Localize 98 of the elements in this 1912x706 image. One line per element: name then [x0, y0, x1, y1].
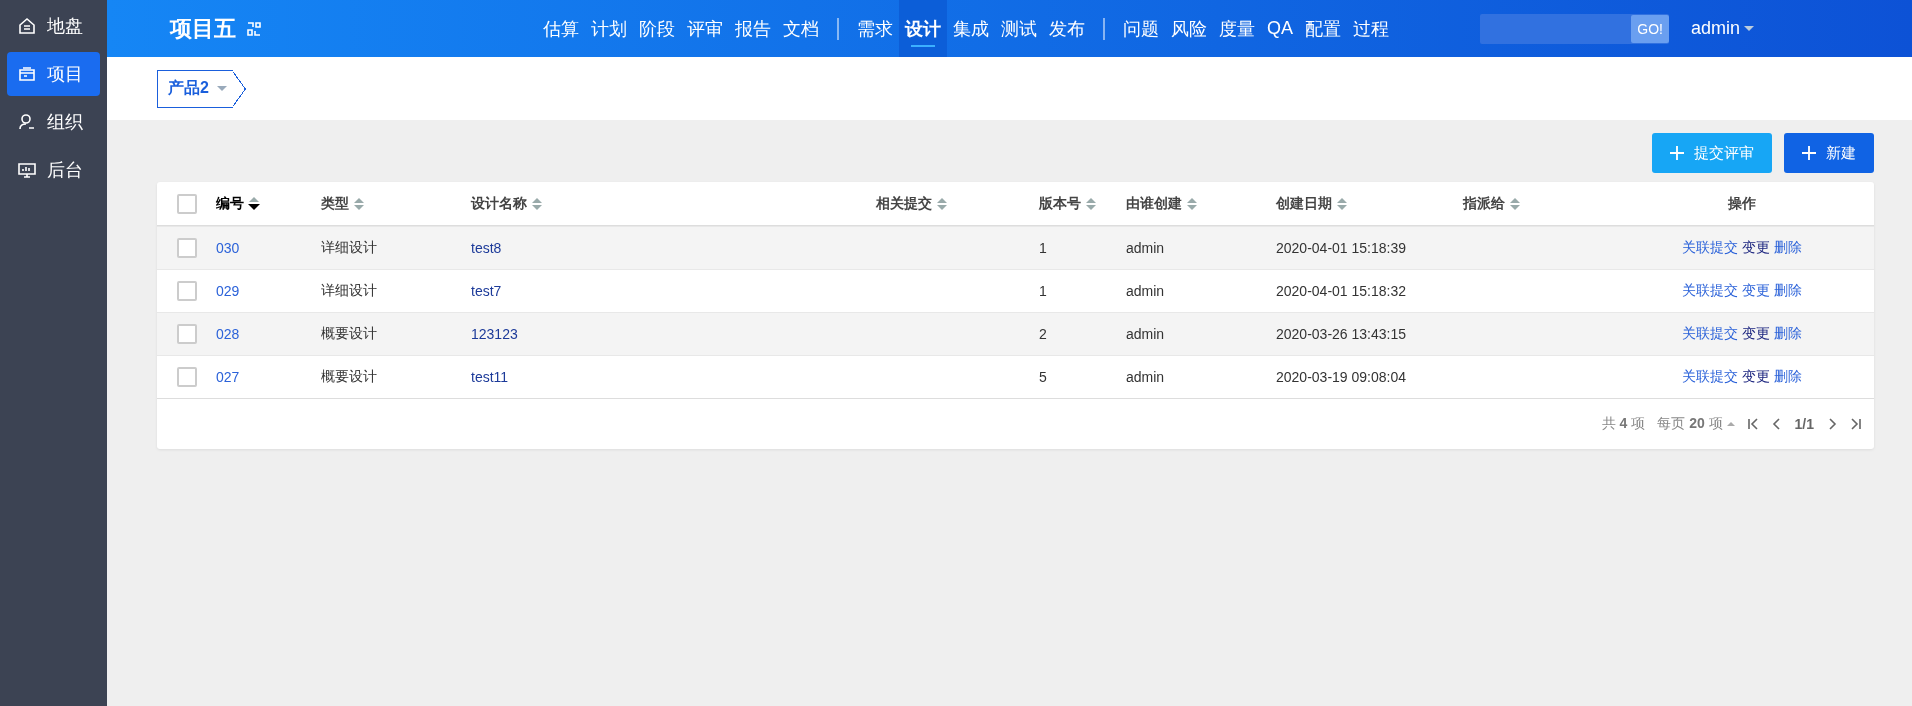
table-cell: 详细设计	[321, 239, 377, 255]
project-title: 项目五	[170, 14, 236, 43]
user-icon	[17, 112, 37, 132]
design-link[interactable]: 123123	[471, 326, 518, 342]
sort-icon	[249, 197, 260, 210]
nav-tab[interactable]: 度量	[1213, 0, 1261, 57]
nav-tab[interactable]: 报告	[729, 0, 777, 57]
action-link[interactable]: 关联提交	[1681, 239, 1738, 257]
nav-tab[interactable]: 配置	[1299, 0, 1347, 57]
nav-tab[interactable]: 发布	[1043, 0, 1091, 57]
page-indicator: 1/1	[1794, 416, 1814, 432]
plus-icon	[1802, 146, 1816, 160]
switch-icon[interactable]	[246, 20, 262, 37]
column-header[interactable]: 相关提交	[876, 194, 947, 213]
table-cell: 详细设计	[321, 282, 377, 298]
monitor-icon	[17, 160, 37, 180]
table-cell: 2020-03-26 13:43:15	[1276, 326, 1406, 342]
nav-tab[interactable]: 评审	[681, 0, 729, 57]
design-link[interactable]: test8	[471, 240, 502, 256]
caret-icon	[1744, 26, 1755, 31]
table-cell: 概要设计	[321, 325, 377, 341]
id-link[interactable]: 030	[216, 240, 240, 256]
column-header[interactable]: 创建日期	[1276, 194, 1347, 213]
nav-tab[interactable]: 测试	[995, 0, 1043, 57]
action-link[interactable]: 删除	[1773, 282, 1802, 300]
id-link[interactable]: 029	[216, 283, 240, 299]
action-link[interactable]: 变更	[1741, 325, 1770, 343]
checkbox[interactable]	[177, 193, 197, 214]
design-link[interactable]: test7	[471, 283, 502, 299]
sort-icon	[354, 197, 364, 210]
home-icon	[17, 16, 37, 36]
action-link[interactable]: 删除	[1773, 239, 1802, 257]
column-header[interactable]: 编号	[216, 194, 260, 213]
table-cell: 1	[1039, 283, 1047, 299]
action-link[interactable]: 关联提交	[1681, 325, 1738, 343]
nav-tab[interactable]: 阶段	[633, 0, 681, 57]
nav-tab[interactable]: 设计	[899, 0, 947, 57]
column-header[interactable]: 版本号	[1039, 194, 1096, 213]
nav-tab[interactable]: 计划	[585, 0, 633, 57]
action-link[interactable]: 变更	[1741, 368, 1770, 386]
action-link[interactable]: 删除	[1773, 325, 1802, 343]
nav-tab[interactable]: 需求	[851, 0, 899, 57]
table-cell: 2020-04-01 15:18:32	[1276, 283, 1406, 299]
nav-tab[interactable]: QA	[1261, 0, 1299, 57]
column-header[interactable]: 指派给	[1463, 194, 1520, 213]
nav-tab[interactable]: 问题	[1117, 0, 1165, 57]
sort-icon	[1187, 197, 1197, 210]
id-link[interactable]: 027	[216, 369, 240, 385]
sidebar-item[interactable]: 后台	[7, 148, 100, 192]
nav-tab[interactable]: 文档	[777, 0, 825, 57]
table-cell: admin	[1126, 326, 1165, 342]
caret-icon	[216, 86, 227, 91]
last-page-icon[interactable]	[1850, 418, 1862, 430]
wallet-icon	[17, 64, 37, 84]
checkbox[interactable]	[177, 281, 197, 301]
action-button[interactable]: 新建	[1784, 133, 1874, 173]
checkbox[interactable]	[177, 367, 197, 387]
page-size-selector[interactable]: 每页 20 项	[1657, 415, 1735, 433]
table-cell: 概要设计	[321, 368, 377, 384]
table-cell: admin	[1126, 240, 1165, 256]
sidebar-item[interactable]: 地盘	[7, 4, 100, 48]
sort-icon	[1510, 197, 1520, 210]
design-link[interactable]: test11	[471, 369, 509, 385]
table-cell: admin	[1126, 369, 1165, 385]
nav-tab[interactable]: 集成	[947, 0, 995, 57]
first-page-icon[interactable]	[1746, 418, 1759, 430]
next-page-icon[interactable]	[1826, 418, 1838, 430]
sort-icon	[937, 197, 947, 210]
column-header[interactable]: 设计名称	[471, 194, 542, 213]
user-menu[interactable]: admin	[1691, 18, 1755, 39]
action-link[interactable]: 删除	[1773, 368, 1802, 386]
sidebar-item[interactable]: 项目	[7, 52, 100, 96]
sort-icon	[1086, 197, 1096, 210]
column-header[interactable]: 操作	[1727, 194, 1756, 213]
nav-tab[interactable]: 估算	[537, 0, 585, 57]
nav-tab[interactable]: 过程	[1347, 0, 1395, 57]
nav-tab[interactable]: 风险	[1165, 0, 1213, 57]
sidebar-item[interactable]: 组织	[7, 100, 100, 144]
table-cell: 2	[1039, 326, 1047, 342]
sort-icon	[532, 197, 542, 210]
action-link[interactable]: 变更	[1741, 239, 1770, 257]
table-cell: 5	[1039, 369, 1047, 385]
table-cell: 2020-04-01 15:18:39	[1276, 240, 1406, 256]
plus-icon	[1670, 146, 1684, 160]
checkbox[interactable]	[177, 238, 197, 258]
column-header[interactable]: 由谁创建	[1126, 194, 1197, 213]
column-header[interactable]: 类型	[321, 194, 364, 213]
checkbox[interactable]	[177, 324, 197, 344]
previous-page-icon[interactable]	[1770, 418, 1783, 430]
action-link[interactable]: 关联提交	[1681, 282, 1738, 300]
action-link[interactable]: 关联提交	[1681, 368, 1738, 386]
action-link[interactable]: 变更	[1741, 282, 1770, 300]
table-cell: admin	[1126, 283, 1165, 299]
total-count: 共 4 项	[1601, 415, 1646, 433]
id-link[interactable]: 028	[216, 326, 240, 342]
sort-icon	[1337, 197, 1347, 210]
table-cell: 1	[1039, 240, 1047, 256]
table-cell: 2020-03-19 09:08:04	[1276, 369, 1406, 385]
